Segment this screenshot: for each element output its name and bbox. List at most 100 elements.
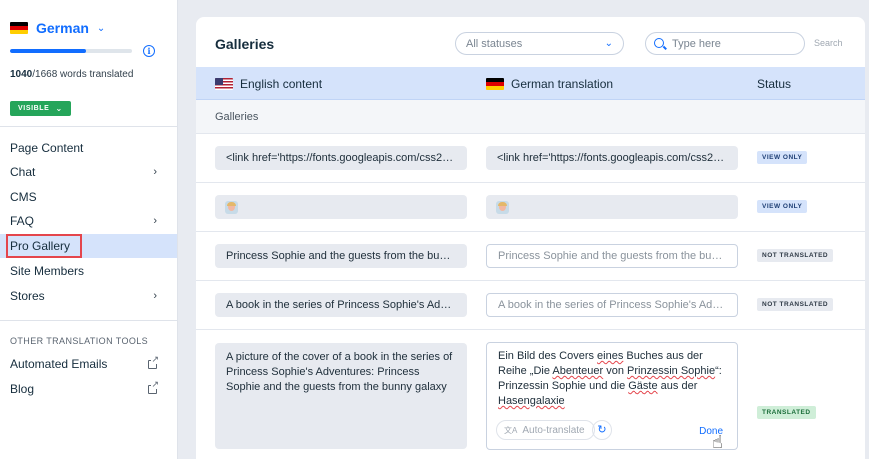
translation-input[interactable]: A book in the series of Princess Sophie'… [486,293,738,317]
source-text-cell: <link href='https://fonts.googleapis.com… [215,146,467,170]
group-row: Galleries [196,100,865,134]
search-placeholder: Type here [672,37,721,50]
auto-translate-label: Auto-translate [522,424,585,436]
divider [0,320,178,321]
translation-placeholder: A book in the series of Princess Sophie'… [498,299,726,311]
status-badge: VIEW ONLY [757,200,808,213]
spellcheck-word: Prinzessin Sophie [627,365,716,377]
column-header-status: Status [757,77,791,91]
translation-progress-bar [10,49,132,53]
page-title: Galleries [215,36,275,52]
chevron-down-icon: ⌄ [96,22,106,34]
chevron-down-icon: ⌄ [55,104,63,113]
other-tools-heading: OTHER TRANSLATION TOOLS [10,336,149,346]
status-badge: NOT TRANSLATED [757,249,834,262]
chevron-right-icon: › [153,290,157,302]
nav-item-blog[interactable]: Blog [0,377,177,401]
image-thumbnail-icon [225,200,238,214]
source-text-cell: Princess Sophie and the guests from the … [215,244,467,268]
language-name: German [36,20,89,36]
nav-item-label: Site Members [10,264,85,278]
target-text-cell: <link href='https://fonts.googleapis.com… [486,146,738,170]
words-total: /1668 words translated [32,69,134,80]
words-translated-text: 1040/1668 words translated [10,69,133,80]
text-segment: Ein Bild des Covers [498,350,598,362]
nav-item-label: Pro Gallery [6,234,83,258]
table-header: English content German translation Statu… [196,67,865,100]
status-badge: VIEW ONLY [757,151,808,164]
translation-input[interactable]: Princess Sophie and the guests from the … [486,244,738,268]
translation-text: Ein Bild des Covers eines Buches aus der… [498,349,726,409]
text-segment: aus der [657,380,698,392]
translation-textarea[interactable]: Ein Bild des Covers eines Buches aus der… [486,342,738,450]
translate-icon: 文A [504,425,518,435]
column-header-target-label: German translation [511,77,614,91]
german-flag-icon [486,78,504,90]
language-selector[interactable]: German ⌄ [10,20,105,36]
sidebar: German ⌄ i 1040/1668 words translated VI… [0,0,178,459]
nav-item-page-content[interactable]: Page Content [0,136,177,160]
column-header-target: German translation [486,77,613,91]
source-image-cell [215,195,467,219]
chevron-right-icon: › [153,215,157,227]
table-row: A book in the series of Princess Sophie'… [196,281,865,330]
column-header-status-label: Status [757,77,792,91]
chevron-right-icon: › [153,166,157,178]
progress-fill [10,49,87,53]
search-button[interactable]: Search [814,38,843,48]
nav-item-label: Page Content [10,141,84,155]
hand-pointer-icon: ☝ [712,432,723,452]
spellcheck-word: eines [597,350,624,362]
words-translated-count: 1040 [10,69,33,80]
external-link-icon [148,354,159,369]
column-header-source: English content [215,77,322,91]
chevron-down-icon: ⌄ [604,38,613,49]
spellcheck-word: Hasengalaxie [498,395,565,407]
source-text: Princess Sophie and the guests from the … [226,250,456,262]
status-filter-dropdown[interactable]: All statuses ⌄ [455,32,624,55]
table-row-expanded: A picture of the cover of a book in the … [196,330,865,459]
image-thumbnail-icon [496,200,509,214]
divider [0,126,178,127]
german-flag-icon [10,22,28,34]
info-icon[interactable]: i [143,45,155,57]
status-filter-value: All statuses [466,37,523,50]
target-text: <link href='https://fonts.googleapis.com… [497,152,727,164]
translation-placeholder: Princess Sophie and the guests from the … [498,250,726,262]
us-flag-icon [215,78,233,90]
source-text-cell: A picture of the cover of a book in the … [215,343,467,449]
nav-item-faq[interactable]: FAQ › [0,209,177,233]
text-segment: von [603,365,628,377]
nav-item-chat[interactable]: Chat › [0,160,177,184]
nav-item-site-members[interactable]: Site Members [0,259,177,283]
spellcheck-word: Gäste [628,380,658,392]
table-row: <link href='https://fonts.googleapis.com… [196,134,865,183]
table-row: VIEW ONLY [196,183,865,232]
nav-item-label: CMS [10,190,37,204]
nav-item-label: Stores [10,289,45,303]
translation-panel: Galleries All statuses ⌄ Type here Searc… [196,17,865,459]
column-header-source-label: English content [240,77,323,91]
status-badge: NOT TRANSLATED [757,298,834,311]
spellcheck-word: Abenteuer [552,365,604,377]
search-input[interactable]: Type here [645,32,805,55]
status-badge: TRANSLATED [757,406,816,419]
target-image-cell [486,195,738,219]
source-text: A book in the series of Princess Sophie'… [226,299,456,311]
table-row: Princess Sophie and the guests from the … [196,232,865,281]
nav-item-stores[interactable]: Stores › [0,284,177,308]
search-icon [654,38,664,48]
source-text-cell: A book in the series of Princess Sophie'… [215,293,467,317]
visibility-label: VISIBLE [18,105,50,112]
external-link-icon [148,379,159,394]
source-text: <link href='https://fonts.googleapis.com… [226,152,456,164]
nav-item-label: Automated Emails [10,357,108,371]
nav-item-cms[interactable]: CMS [0,185,177,209]
refresh-icon[interactable]: ↻ [592,420,612,440]
auto-translate-button[interactable]: 文A Auto-translate [496,420,595,440]
visibility-dropdown[interactable]: VISIBLE ⌄ [10,101,71,116]
nav-item-label: FAQ [10,214,35,228]
nav-item-automated-emails[interactable]: Automated Emails [0,352,177,376]
nav-item-pro-gallery[interactable]: Pro Gallery [0,234,177,258]
nav-item-label: Chat [10,165,36,179]
